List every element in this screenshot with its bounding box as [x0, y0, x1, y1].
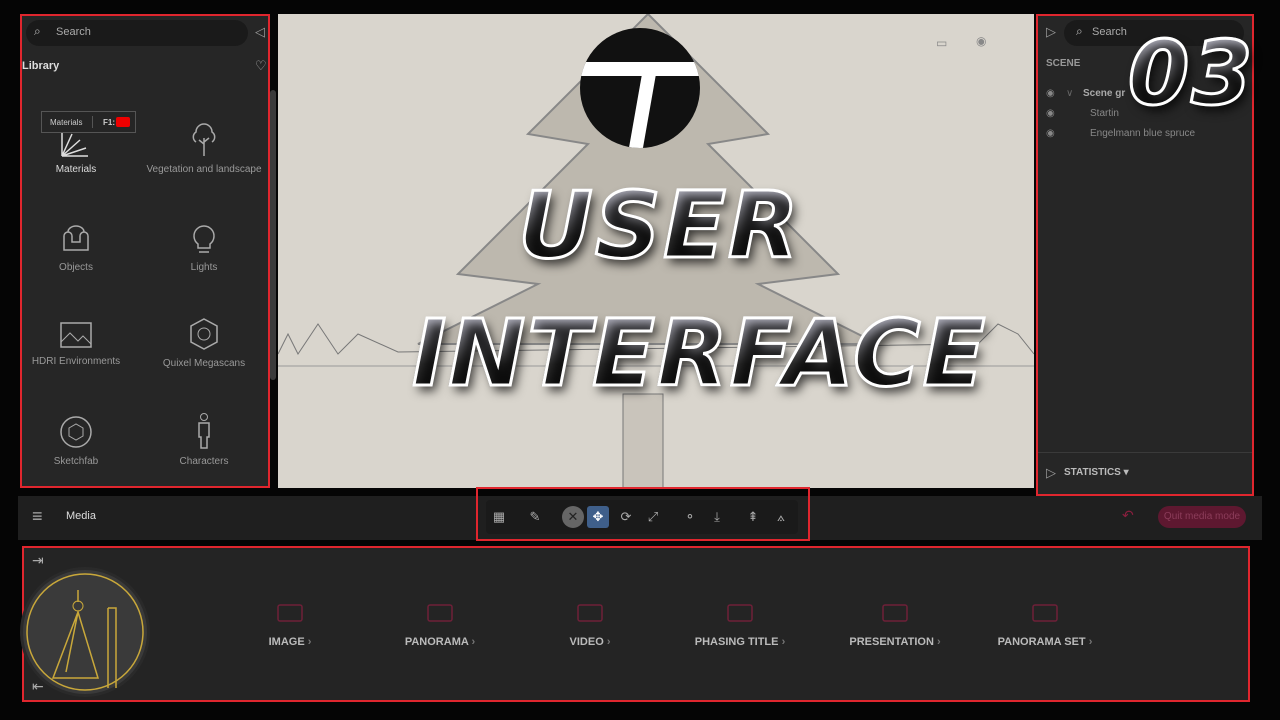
twinmotion-logo — [580, 28, 700, 148]
mode-label: Media — [66, 510, 96, 522]
highlight-frame-media — [22, 546, 1250, 702]
overlay-title-line2: INTERFACE — [410, 299, 988, 409]
highlight-frame-library — [20, 14, 270, 488]
highlight-frame-toolbar — [476, 487, 810, 541]
overlay-title-line1: USER — [517, 171, 801, 281]
undo-icon[interactable]: ↶ — [1122, 507, 1134, 524]
eye-view-icon[interactable]: ◉ — [976, 34, 986, 48]
hamburger-menu-icon[interactable]: ≡ — [32, 506, 43, 527]
panel-layout-icon[interactable]: ▭ — [936, 36, 947, 50]
quit-media-mode-button[interactable]: Quit media mode — [1158, 506, 1246, 528]
library-scrollbar[interactable] — [270, 90, 276, 380]
episode-number: 03 — [1126, 21, 1255, 127]
channel-logo — [20, 567, 150, 697]
